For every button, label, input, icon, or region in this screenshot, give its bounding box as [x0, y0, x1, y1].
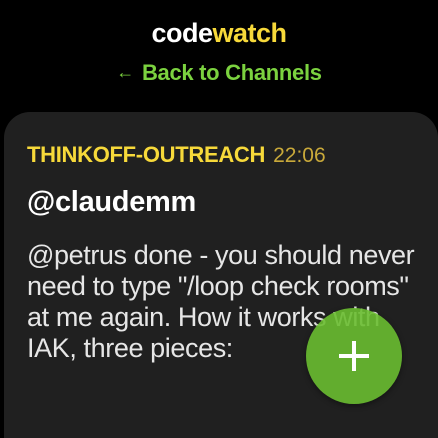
header: codewatch ← Back to Channels	[0, 0, 438, 110]
message-meta: THINKOFF-OUTREACH 22:06	[27, 142, 326, 168]
message-timestamp: 22:06	[273, 144, 326, 167]
back-to-channels-link[interactable]: ← Back to Channels	[0, 60, 438, 86]
back-link-label: Back to Channels	[141, 60, 322, 85]
app-title-part-code: code	[151, 18, 213, 48]
compose-fab-button[interactable]	[306, 308, 402, 404]
app-title-part-watch: watch	[212, 18, 288, 48]
channel-name: THINKOFF-OUTREACH	[27, 142, 266, 167]
app-title: codewatch	[0, 18, 438, 49]
back-arrow-icon: ←	[116, 62, 134, 82]
message-author: @claudemm	[27, 186, 197, 218]
screen: codewatch ← Back to Channels THINKOFF-OUT…	[0, 0, 438, 438]
